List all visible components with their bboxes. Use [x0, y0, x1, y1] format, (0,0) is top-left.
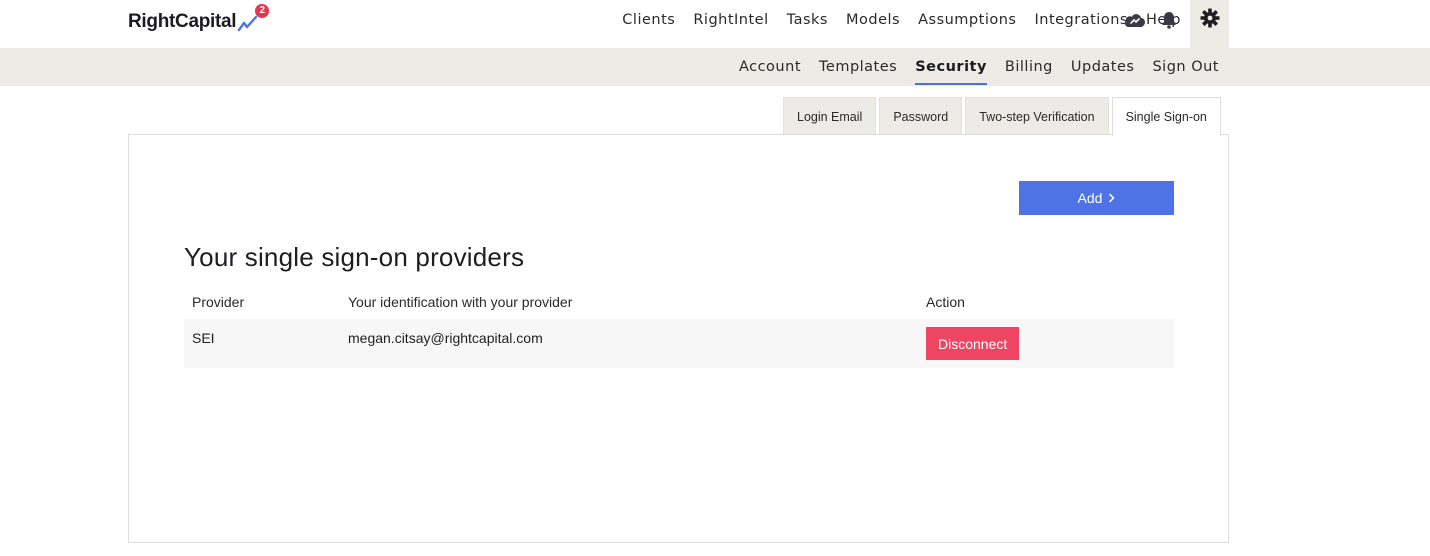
notification-count-badge: 2 — [255, 4, 270, 18]
brand-name: RightCapital — [128, 11, 237, 32]
single-sign-on-panel: Add Your single sign-on providers Provid… — [128, 134, 1229, 543]
provider-cell: SEI — [192, 330, 215, 346]
top-navigation-bar: RightCapital 2 Clients RightIntel Tasks … — [0, 0, 1430, 48]
nav-clients[interactable]: Clients — [613, 12, 684, 28]
table-header: Provider Your identification with your p… — [184, 285, 1174, 319]
subnav-billing[interactable]: Billing — [996, 48, 1062, 86]
table-row: SEI megan.citsay@rightcapital.com Discon… — [184, 319, 1174, 368]
subnav-security[interactable]: Security — [906, 48, 996, 86]
bell-icon[interactable] — [1152, 0, 1186, 40]
action-cell: Disconnect — [919, 327, 1174, 360]
column-header-action: Action — [926, 294, 965, 310]
nav-tasks[interactable]: Tasks — [778, 12, 837, 28]
add-provider-button[interactable]: Add — [1019, 181, 1174, 215]
page-title: Your single sign-on providers — [184, 242, 525, 272]
nav-assumptions[interactable]: Assumptions — [909, 12, 1025, 28]
gear-icon — [1200, 8, 1220, 32]
cloud-sync-icon[interactable] — [1118, 0, 1152, 40]
disconnect-button[interactable]: Disconnect — [926, 327, 1020, 360]
subnav-sign-out[interactable]: Sign Out — [1143, 48, 1228, 86]
column-header-identification: Your identification with your provider — [348, 294, 573, 310]
tab-login-email[interactable]: Login Email — [783, 97, 877, 135]
tab-two-step-verification[interactable]: Two-step Verification — [965, 97, 1109, 135]
providers-table: Provider Your identification with your p… — [184, 285, 1174, 368]
settings-button[interactable] — [1190, 0, 1229, 48]
identification-cell: megan.citsay@rightcapital.com — [348, 330, 543, 346]
tab-single-sign-on[interactable]: Single Sign-on — [1111, 97, 1221, 136]
growth-arrow-icon: 2 — [237, 4, 270, 34]
column-header-provider: Provider — [192, 294, 245, 310]
settings-subnav: Account Templates Security Billing Updat… — [730, 48, 1228, 86]
brand-logo[interactable]: RightCapital 2 — [128, 4, 270, 36]
nav-icon-group — [1118, 0, 1186, 40]
add-button-label: Add — [1077, 190, 1103, 206]
main-nav: Clients RightIntel Tasks Models Assumpti… — [613, 0, 1190, 40]
tab-password[interactable]: Password — [879, 97, 963, 135]
nav-rightintel[interactable]: RightIntel — [684, 12, 777, 28]
security-tabs: Login Email Password Two-step Verificati… — [783, 97, 1221, 136]
settings-subnav-bar: Account Templates Security Billing Updat… — [0, 48, 1430, 86]
nav-models[interactable]: Models — [837, 12, 909, 28]
subnav-account[interactable]: Account — [730, 48, 810, 86]
subnav-updates[interactable]: Updates — [1062, 48, 1144, 86]
chevron-right-icon — [1108, 191, 1116, 206]
subnav-templates[interactable]: Templates — [810, 48, 906, 86]
